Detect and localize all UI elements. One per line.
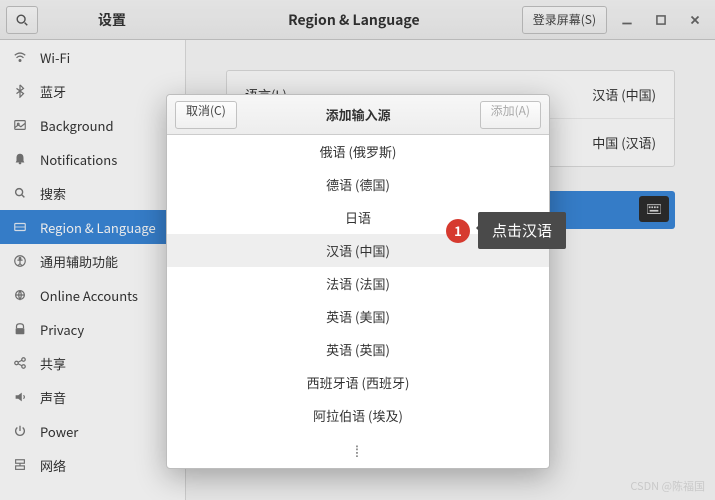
watermark: CSDN @陈福国 <box>630 478 705 494</box>
language-option[interactable]: 阿拉伯语 (埃及) <box>167 399 549 432</box>
language-option[interactable]: 法语 (法国) <box>167 267 549 300</box>
annotation-badge: 1 <box>446 219 470 243</box>
language-list: 俄语 (俄罗斯)德语 (德国)日语汉语 (中国)法语 (法国)英语 (美国)英语… <box>167 135 549 432</box>
language-option[interactable]: 俄语 (俄罗斯) <box>167 135 549 168</box>
language-option[interactable]: 英语 (英国) <box>167 333 549 366</box>
language-option[interactable]: 德语 (德国) <box>167 168 549 201</box>
dialog-title: 添加输入源 <box>237 105 480 124</box>
cancel-button[interactable]: 取消(C) <box>175 101 237 129</box>
add-input-source-dialog: 取消(C) 添加输入源 添加(A) 俄语 (俄罗斯)德语 (德国)日语汉语 (中… <box>166 94 550 469</box>
annotation-tip: 点击汉语 <box>478 212 566 249</box>
language-option[interactable]: 西班牙语 (西班牙) <box>167 366 549 399</box>
more-icon[interactable]: ⁞ <box>167 432 549 468</box>
language-option[interactable]: 英语 (美国) <box>167 300 549 333</box>
annotation-callout: 1 点击汉语 <box>446 212 566 249</box>
add-button[interactable]: 添加(A) <box>480 101 541 129</box>
